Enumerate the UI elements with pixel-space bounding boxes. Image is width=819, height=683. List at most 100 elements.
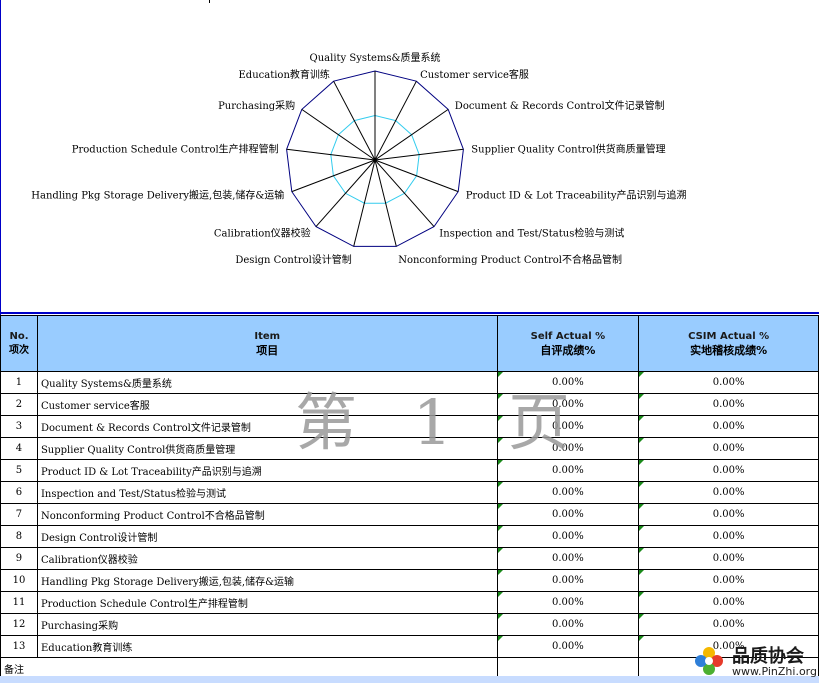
row-item[interactable]: Supplier Quality Control供货商质量管理 [36,437,498,460]
header-self: Self Actual % 自评成绩% [496,315,640,372]
chart-area: Quality Systems&质量系统 Customer service客服 Do… [0,0,819,314]
header-no-cn: 项次 [8,344,29,356]
row-csim-pct[interactable]: 0.00% [638,371,819,394]
row-no[interactable]: 7 [0,503,38,526]
radar-axis-label: Calibration仪器校验 [214,227,311,240]
row-no[interactable]: 10 [0,569,38,592]
row-csim-pct[interactable]: 0.00% [638,481,819,504]
radar-axis-label: Inspection and Test/Status检验与测试 [439,227,624,240]
radar-spoke [315,159,376,227]
header-no: No. 项次 [0,315,38,372]
row-item[interactable]: Handling Pkg Storage Delivery搬运,包装,储存&运输 [36,569,498,592]
row-no[interactable]: 8 [0,525,38,548]
header-no-en: No. [9,330,29,342]
radar-chart: Quality Systems&质量系统 Customer service客服 Do… [31,51,687,266]
radar-axis-label: Education教育训练 [239,68,330,81]
header-csim-cn: 实地稽核成绩% [690,343,768,357]
row-self-pct[interactable]: 0.00% [496,415,640,438]
radar-axis-label: Production Schedule Control生产排程管制 [72,142,279,155]
header-item-en: Item [254,330,281,342]
row-self-pct[interactable]: 0.00% [496,613,640,636]
radar-data-point [373,158,377,162]
row-self-pct[interactable]: 0.00% [496,481,640,504]
row-self-pct[interactable]: 0.00% [496,547,640,570]
radar-axis-label: Supplier Quality Control供货商质量管理 [471,142,665,155]
row-csim-pct[interactable]: 0.00% [638,459,819,482]
row-self-pct[interactable]: 0.00% [496,635,640,658]
radar-axis-label: Document & Records Control文件记录管制 [455,99,665,112]
row-no[interactable]: 12 [0,613,38,636]
radar-axis-label: Product ID & Lot Traceability产品识别与追溯 [466,188,687,201]
radar-axis-label: Design Control设计管制 [235,253,351,266]
radar-axis-label: Nonconforming Product Control不合格品管制 [398,253,622,266]
row-csim-pct[interactable]: 0.00% [638,415,819,438]
row-csim-pct[interactable]: 0.00% [638,591,819,614]
table-header-row: No. 项次 Item 项目 Self Actual % 自评成绩% CSIM … [0,315,819,372]
table-row: 6 Inspection and Test/Status检验与测试 0.00% 0.0… [0,481,819,504]
row-self-pct[interactable]: 0.00% [496,393,640,416]
row-csim-pct[interactable]: 0.00% [638,393,819,416]
header-csim: CSIM Actual % 实地稽核成绩% [638,315,819,372]
row-csim-pct[interactable]: 0.00% [638,613,819,636]
score-table: No. 项次 Item 项目 Self Actual % 自评成绩% CSIM … [0,315,819,680]
radar-axis-label: Customer service客服 [420,68,529,81]
radar-axis-label: Quality Systems&质量系统 [310,51,441,64]
radar-spoke [333,80,376,161]
row-item[interactable]: Education教育训练 [36,635,498,658]
row-no[interactable]: 1 [0,371,38,394]
row-csim-pct[interactable]: 0.00% [638,437,819,460]
header-self-cn: 自评成绩% [540,343,596,357]
row-no[interactable]: 2 [0,393,38,416]
radar-spoke [291,159,376,193]
row-no[interactable]: 11 [0,591,38,614]
row-self-pct[interactable]: 0.00% [496,371,640,394]
table-row: 5 Product ID & Lot Traceability产品识别与追溯 0.0… [0,459,819,482]
logo-url: www.PinZhi.org [732,665,817,678]
row-no[interactable]: 3 [0,415,38,438]
row-item[interactable]: Production Schedule Control生产排程管制 [36,591,498,614]
table-row: 9 Calibration仪器校验 0.00% 0.00% [0,547,819,570]
radar-spoke [374,80,417,161]
table-row: 4 Supplier Quality Control供货商质量管理 0.00% 0.0… [0,437,819,460]
radar-axis-label: Handling Pkg Storage Delivery搬运,包装,储存&运输 [31,188,284,201]
row-item[interactable]: Purchasing采购 [36,613,498,636]
site-logo: 品质协会 www.PinZhi.org [692,640,819,683]
row-self-pct[interactable]: 0.00% [496,525,640,548]
row-item[interactable]: Quality Systems&质量系统 [36,371,498,394]
header-item-cn: 项目 [256,343,279,357]
row-self-pct[interactable]: 0.00% [496,591,640,614]
row-self-pct[interactable]: 0.00% [496,437,640,460]
row-csim-pct[interactable]: 0.00% [638,503,819,526]
row-self-pct[interactable]: 0.00% [496,503,640,526]
table-row: 3 Document & Records Control文件记录管制 0.00% 0.… [0,415,819,438]
table-row: 11 Production Schedule Control生产排程管制 0.00%… [0,591,819,614]
row-no[interactable]: 6 [0,481,38,504]
row-item[interactable]: Customer service客服 [36,393,498,416]
row-item[interactable]: Product ID & Lot Traceability产品识别与追溯 [36,459,498,482]
header-item: Item 项目 [36,315,498,372]
table-row: 1 Quality Systems&质量系统 0.00% 0.00% [0,371,819,394]
row-no[interactable]: 13 [0,635,38,658]
flower-logo-icon [695,647,723,675]
radar-spoke [374,159,459,193]
header-csim-en: CSIM Actual % [688,330,770,342]
row-csim-pct[interactable]: 0.00% [638,547,819,570]
row-no[interactable]: 5 [0,459,38,482]
row-item[interactable]: Document & Records Control文件记录管制 [36,415,498,438]
row-item[interactable]: Inspection and Test/Status检验与测试 [36,481,498,504]
table-row: 7 Nonconforming Product Control不合格品管制 0.00… [0,503,819,526]
row-self-pct[interactable]: 0.00% [496,569,640,592]
table-row: 8 Design Control设计管制 0.00% 0.00% [0,525,819,548]
row-self-pct[interactable]: 0.00% [496,459,640,482]
radar-spoke [374,159,435,227]
row-item[interactable]: Design Control设计管制 [36,525,498,548]
row-no[interactable]: 9 [0,547,38,570]
row-item[interactable]: Nonconforming Product Control不合格品管制 [36,503,498,526]
table-row: 10 Handling Pkg Storage Delivery搬运,包装,储存&… [0,569,819,592]
row-no[interactable]: 4 [0,437,38,460]
row-csim-pct[interactable]: 0.00% [638,569,819,592]
row-item[interactable]: Calibration仪器校验 [36,547,498,570]
row-csim-pct[interactable]: 0.00% [638,525,819,548]
header-self-en: Self Actual % [530,330,606,342]
table-row: 2 Customer service客服 0.00% 0.00% [0,393,819,416]
